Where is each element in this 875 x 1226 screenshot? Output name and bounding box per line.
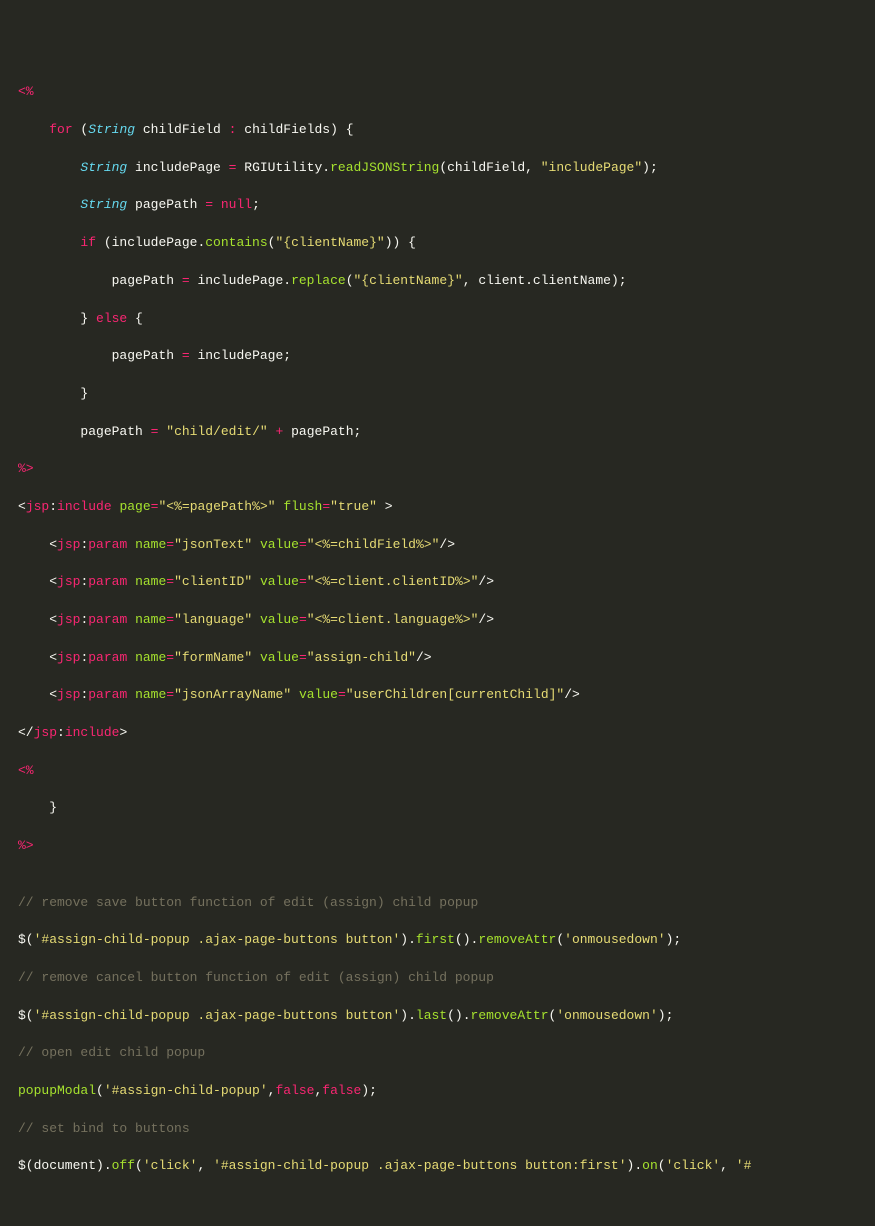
code-line[interactable]: pagePath = includePage; bbox=[18, 347, 875, 366]
code-line[interactable]: } bbox=[18, 385, 875, 404]
code-line[interactable]: pagePath = includePage.replace("{clientN… bbox=[18, 272, 875, 291]
code-line[interactable]: String includePage = RGIUtility.readJSON… bbox=[18, 159, 875, 178]
code-line[interactable]: for (String childField : childFields) { bbox=[18, 121, 875, 140]
code-line[interactable]: <jsp:param name="jsonArrayName" value="u… bbox=[18, 686, 875, 705]
code-editor-content[interactable]: <% for (String childField : childFields)… bbox=[18, 83, 875, 1195]
code-line[interactable]: <jsp:param name="formName" value="assign… bbox=[18, 649, 875, 668]
code-line[interactable]: if (includePage.contains("{clientName}")… bbox=[18, 234, 875, 253]
code-line[interactable]: <jsp:param name="language" value="<%=cli… bbox=[18, 611, 875, 630]
code-line[interactable]: <jsp:param name="jsonText" value="<%=chi… bbox=[18, 536, 875, 555]
code-line[interactable]: popupModal('#assign-child-popup',false,f… bbox=[18, 1082, 875, 1101]
code-line[interactable]: <% bbox=[18, 83, 875, 102]
code-line[interactable]: // remove cancel button function of edit… bbox=[18, 969, 875, 988]
code-line[interactable]: $('#assign-child-popup .ajax-page-button… bbox=[18, 931, 875, 950]
code-line[interactable]: // remove save button function of edit (… bbox=[18, 894, 875, 913]
code-line[interactable]: $(document).off('click', '#assign-child-… bbox=[18, 1157, 875, 1176]
code-line[interactable]: %> bbox=[18, 460, 875, 479]
code-line[interactable]: <jsp:include page="<%=pagePath%>" flush=… bbox=[18, 498, 875, 517]
code-line[interactable]: } bbox=[18, 799, 875, 818]
code-line[interactable]: // open edit child popup bbox=[18, 1044, 875, 1063]
code-line[interactable]: <jsp:param name="clientID" value="<%=cli… bbox=[18, 573, 875, 592]
code-line[interactable]: pagePath = "child/edit/" + pagePath; bbox=[18, 423, 875, 442]
code-line[interactable]: } else { bbox=[18, 310, 875, 329]
code-line[interactable]: // set bind to buttons bbox=[18, 1120, 875, 1139]
code-line[interactable]: <% bbox=[18, 762, 875, 781]
code-line[interactable]: String pagePath = null; bbox=[18, 196, 875, 215]
code-line[interactable]: %> bbox=[18, 837, 875, 856]
code-line[interactable]: </jsp:include> bbox=[18, 724, 875, 743]
code-line[interactable]: $('#assign-child-popup .ajax-page-button… bbox=[18, 1007, 875, 1026]
